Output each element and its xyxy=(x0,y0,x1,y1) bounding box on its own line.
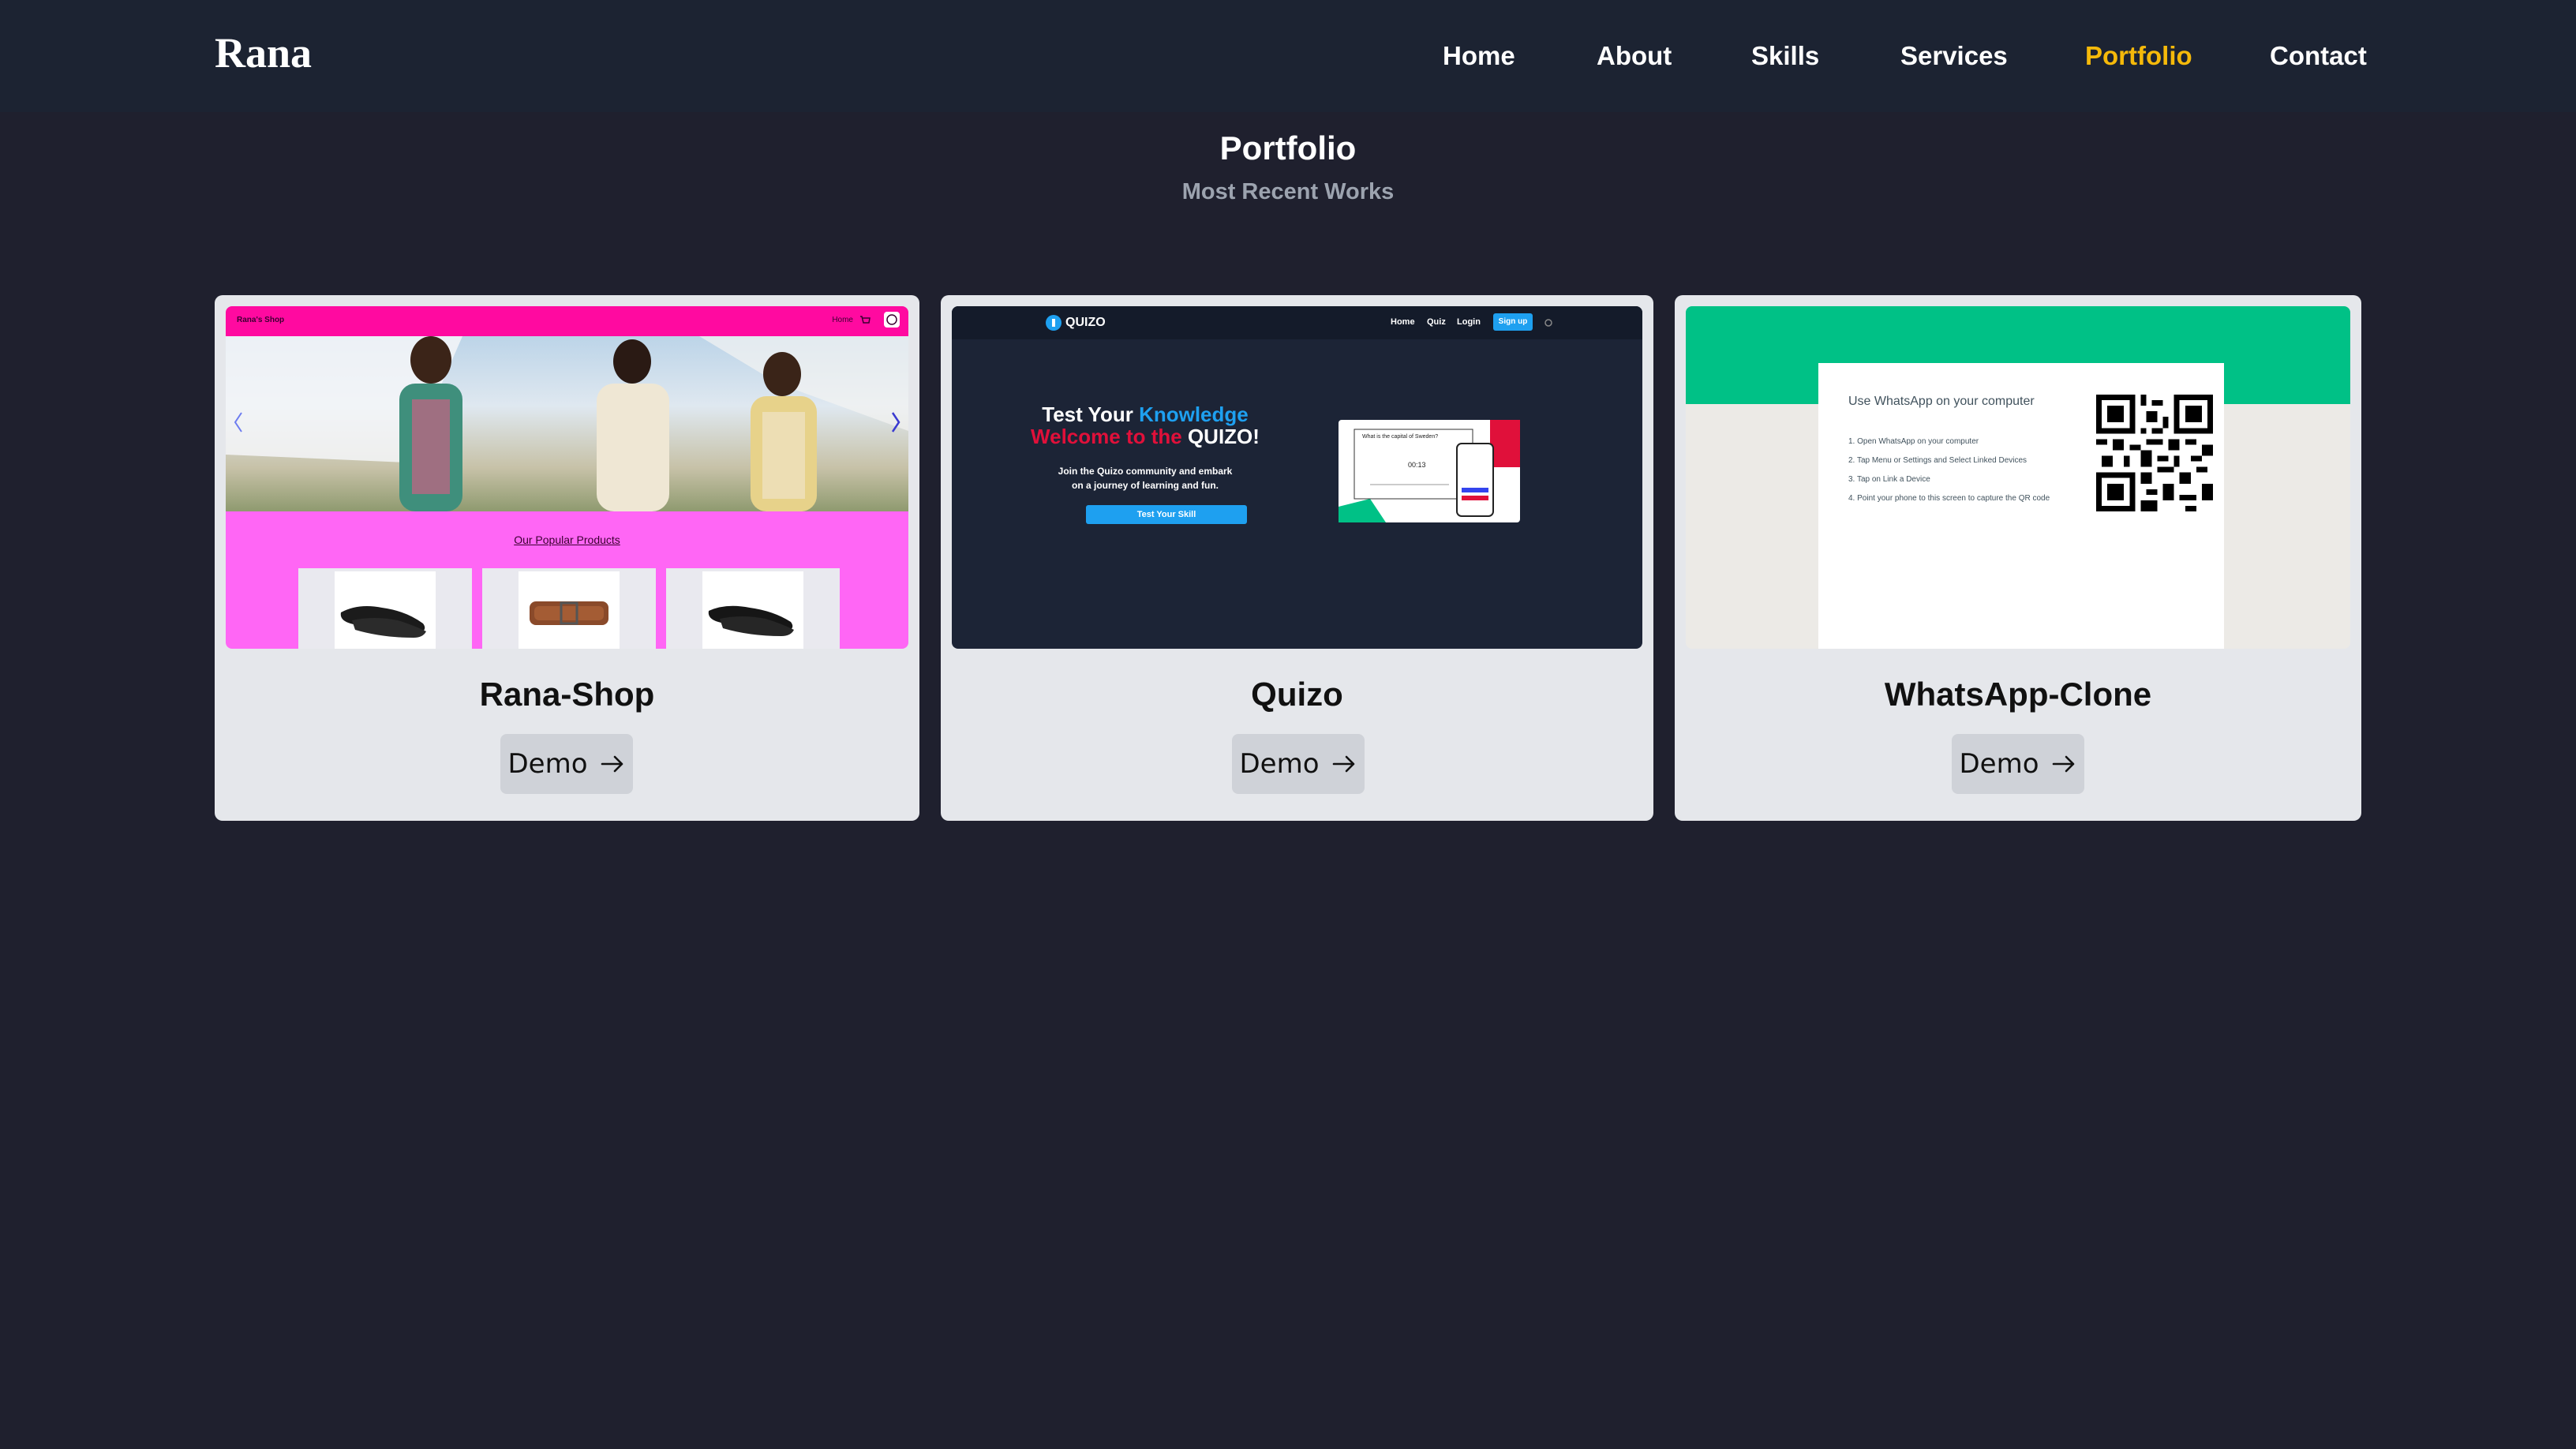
product-tile xyxy=(666,568,840,649)
preview-nav-login: Login xyxy=(1457,317,1481,327)
preview-navbar: Rana's Shop Home xyxy=(226,306,908,336)
demo-button-label: Demo xyxy=(1959,748,2039,780)
belt-image xyxy=(530,601,608,625)
project-title: Quizo xyxy=(1251,676,1343,713)
shoe-image xyxy=(340,606,426,638)
preview-nav-home: Home xyxy=(832,316,853,324)
cart-icon xyxy=(860,316,871,324)
section-subtitle: Most Recent Works xyxy=(1181,179,1395,204)
nav-link-contact[interactable]: Contact xyxy=(2270,41,2367,71)
quizo-logo-icon xyxy=(1046,315,1061,331)
nav-link-home[interactable]: Home xyxy=(1443,41,1515,71)
project-card-whatsapp-clone: Use WhatsApp on your computer 1. Open Wh… xyxy=(1675,295,2361,821)
preview-nav-home: Home xyxy=(1391,317,1415,327)
preview-quiz-mockup: What is the capital of Sweden? 00:13 xyxy=(1339,420,1520,522)
shoe-image xyxy=(708,605,794,636)
project-preview-quizo: QUIZO Home Quiz Login Sign up Test Your … xyxy=(952,306,1642,649)
preview-cta-button: Test Your Skill xyxy=(1086,505,1247,524)
demo-button-whatsapp-clone[interactable]: Demo xyxy=(1952,734,2084,794)
product-tile xyxy=(482,568,656,649)
preview-body-text: Join the Quizo community and embark on a… xyxy=(1058,466,1233,491)
site-brand[interactable]: Rana xyxy=(215,28,312,77)
project-card-quizo: QUIZO Home Quiz Login Sign up Test Your … xyxy=(941,295,1653,821)
preview-products-section: Our Popular Products xyxy=(226,511,908,649)
project-title: WhatsApp-Clone xyxy=(1884,676,2152,713)
preview-popular-heading: Our Popular Products xyxy=(514,534,620,546)
preview-headline-1: Test Your Knowledge xyxy=(1042,402,1249,426)
project-preview-rana-shop: Rana's Shop Home Our Popular Products xyxy=(226,306,908,649)
preview-navbar: QUIZO Home Quiz Login Sign up xyxy=(952,306,1642,339)
preview-quiz-question: What is the capital of Sweden? xyxy=(1362,434,1439,440)
preview-headline-2: Welcome to the QUIZO! xyxy=(1031,425,1260,448)
user-icon xyxy=(884,312,900,328)
section-title: Portfolio xyxy=(1219,129,1357,167)
preview-step: 4. Point your phone to this screen to ca… xyxy=(1848,494,2050,503)
preview-signup-button: Sign up xyxy=(1493,313,1533,331)
arrow-right-icon xyxy=(1332,755,1354,773)
preview-nav-quiz: Quiz xyxy=(1427,317,1446,327)
fashion-models-image xyxy=(226,336,908,511)
arrow-right-icon xyxy=(2052,755,2074,773)
arrow-right-icon xyxy=(601,755,623,773)
carousel-next-icon[interactable] xyxy=(889,410,902,434)
preview-link-panel: Use WhatsApp on your computer 1. Open Wh… xyxy=(1818,363,2224,649)
preview-quiz-timer: 00:13 xyxy=(1408,461,1426,469)
demo-button-label: Demo xyxy=(507,748,588,780)
demo-button-label: Demo xyxy=(1239,748,1320,780)
project-preview-whatsapp-clone: Use WhatsApp on your computer 1. Open Wh… xyxy=(1686,306,2350,649)
project-card-rana-shop: Rana's Shop Home Our Popular Products Ra… xyxy=(215,295,919,821)
nav-link-skills[interactable]: Skills xyxy=(1751,41,1819,71)
nav-link-portfolio[interactable]: Portfolio xyxy=(2085,41,2192,71)
preview-step: 3. Tap on Link a Device xyxy=(1848,475,1930,484)
carousel-prev-icon[interactable] xyxy=(232,410,245,434)
qr-code-icon xyxy=(2096,395,2213,511)
preview-step: 1. Open WhatsApp on your computer xyxy=(1848,437,1979,446)
demo-button-rana-shop[interactable]: Demo xyxy=(500,734,633,794)
preview-brand: Rana's Shop xyxy=(237,316,285,324)
preview-step: 2. Tap Menu or Settings and Select Linke… xyxy=(1848,456,2027,465)
nav-link-services[interactable]: Services xyxy=(1900,41,2008,71)
project-title: Rana-Shop xyxy=(479,676,655,713)
theme-toggle-icon xyxy=(1544,319,1552,327)
nav-link-about[interactable]: About xyxy=(1597,41,1672,71)
preview-hero-image xyxy=(226,336,908,511)
product-tile xyxy=(298,568,472,649)
top-navbar: Rana Home About Skills Services Portfoli… xyxy=(0,0,2576,112)
demo-button-quizo[interactable]: Demo xyxy=(1232,734,1365,794)
preview-heading: Use WhatsApp on your computer xyxy=(1848,395,2035,408)
preview-logo-text: QUIZO xyxy=(1065,316,1106,329)
